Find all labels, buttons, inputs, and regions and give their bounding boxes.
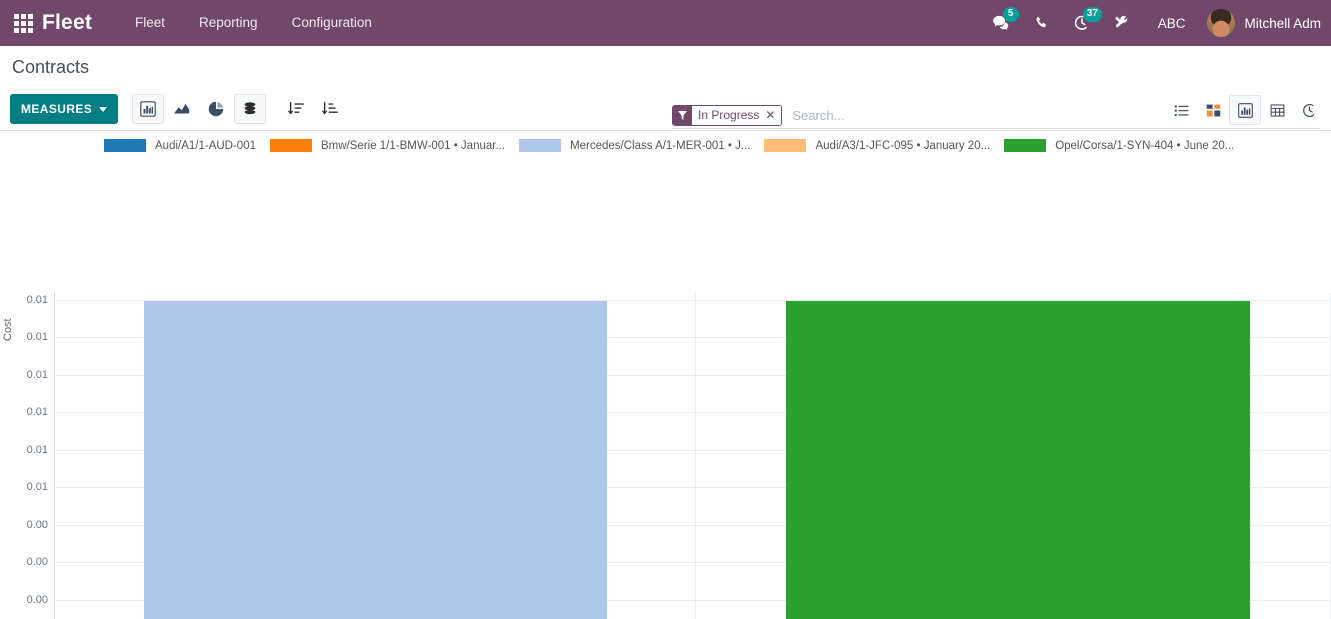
legend-swatch [104,139,146,152]
legend-label: Audi/A1/1-AUD-001 [155,139,256,152]
y-tick: 0.01 [26,331,48,343]
legend-label: Opel/Corsa/1-SYN-404 • June 20... [1055,139,1235,152]
legend-item[interactable]: Audi/A3/1-JFC-095 • January 20... [764,139,990,152]
sort-descending-icon[interactable] [280,94,312,124]
legend-label: Bmw/Serie 1/1-BMW-001 • Januar... [321,139,506,152]
view-switcher [1165,95,1325,125]
measures-label: MEASURES [21,102,93,116]
legend-label: Mercedes/Class A/1-MER-001 • J... [570,139,751,152]
pie-chart-icon[interactable] [200,94,232,124]
legend-item[interactable]: Opel/Corsa/1-SYN-404 • June 20... [1004,139,1234,152]
y-tick: 0.01 [26,481,48,493]
nav-menu-configuration[interactable]: Configuration [275,0,389,46]
nav-menu-reporting[interactable]: Reporting [182,0,275,46]
close-icon[interactable]: ✕ [765,105,782,125]
top-navbar: Fleet Fleet Reporting Configuration 5 37 [0,0,1331,46]
legend-item[interactable]: Audi/A1/1-AUD-001 [104,139,256,152]
list-view-icon[interactable] [1165,95,1197,125]
control-panel: Contracts MEASURES In Progress ✕ Search.… [0,46,1331,147]
legend-swatch [1004,139,1047,152]
legend-swatch [270,139,312,152]
messages-badge: 5 [1002,7,1019,22]
stacked-icon[interactable] [234,94,267,124]
legend-swatch [519,139,562,152]
user-name-label: Mitchell Adm [1244,15,1321,31]
bar-undefined-opel[interactable] [786,301,1250,619]
legend-swatch [764,139,807,152]
chevron-down-icon [99,106,108,112]
y-tick: 0.00 [26,594,48,606]
y-tick: 0.01 [26,369,48,381]
abc-menu-label[interactable]: ABC [1142,16,1202,31]
y-tick: 0.01 [26,406,48,418]
activity-view-icon[interactable] [1293,95,1325,125]
pivot-view-icon[interactable] [1261,95,1293,125]
apps-grid-icon[interactable] [12,12,34,34]
legend-item[interactable]: Mercedes/Class A/1-MER-001 • J... [519,139,750,152]
nav-menu-fleet[interactable]: Fleet [118,0,182,46]
bar-january-2022-mercedes[interactable] [144,301,607,619]
chart-plot-area: Cost 0.01 0.01 0.01 0.01 0.01 0.01 0.00 … [0,161,1331,619]
tools-icon[interactable] [1102,0,1142,46]
search-facet-in-progress[interactable]: In Progress ✕ [672,104,783,126]
y-tick: 0.01 [26,294,48,306]
user-menu[interactable]: Mitchell Adm [1201,9,1321,37]
legend-label: Audi/A3/1-JFC-095 • January 20... [815,139,991,152]
phone-icon[interactable] [1022,0,1062,46]
activity-badge: 37 [1082,7,1102,22]
y-tick: 0.01 [26,444,48,456]
graph-view: Audi/A1/1-AUD-001 Bmw/Serie 1/1-BMW-001 … [0,131,1331,619]
line-chart-icon[interactable] [166,94,198,124]
messages-icon[interactable]: 5 [982,0,1022,46]
measures-button[interactable]: MEASURES [10,94,119,124]
y-tick: 0.00 [26,556,48,568]
navbar-right-tools: 5 37 ABC Mitchell Adm [982,0,1321,46]
page-title: Contracts [12,57,90,77]
bar-chart-icon[interactable] [132,94,165,124]
y-axis-line [54,293,55,619]
chart-toolbar: MEASURES [10,94,346,124]
app-brand-fleet[interactable]: Fleet [42,11,92,35]
search-facet-label: In Progress [692,105,766,125]
filter-icon [673,105,692,125]
category-separator [695,293,696,619]
y-tick: 0.00 [26,519,48,531]
sort-ascending-icon[interactable] [314,94,346,124]
activity-clock-icon[interactable]: 37 [1062,0,1102,46]
kanban-view-icon[interactable] [1197,95,1229,125]
graph-view-icon[interactable] [1229,95,1261,125]
legend-item[interactable]: Bmw/Serie 1/1-BMW-001 • Januar... [270,139,505,152]
chart-legend: Audi/A1/1-AUD-001 Bmw/Serie 1/1-BMW-001 … [0,139,1331,152]
user-avatar [1207,9,1236,37]
